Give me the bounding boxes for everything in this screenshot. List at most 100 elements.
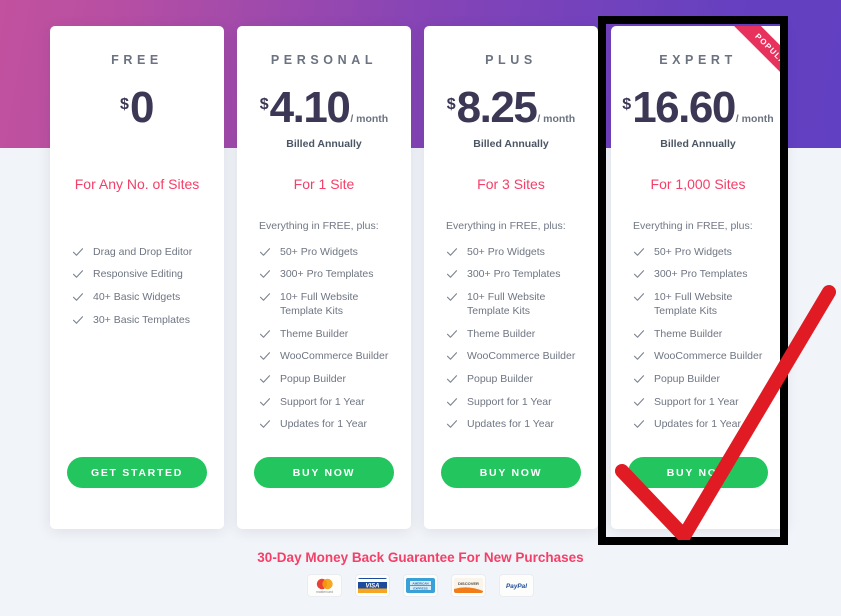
feature-label: Support for 1 Year: [467, 395, 552, 408]
check-icon: [259, 373, 271, 385]
pricing-cards-row: FREE $0 For Any No. of Sites Drag and Drop …: [0, 0, 841, 560]
plan-name: PLUS: [485, 53, 537, 67]
paypal-icon[interactable]: PayPal: [500, 575, 533, 596]
check-icon: [72, 246, 84, 258]
pricing-card-expert[interactable]: POPULAR EXPERT $16.60/ month Billed Annuall…: [611, 26, 785, 529]
check-icon: [446, 246, 458, 258]
feature-list: 50+ Pro Widgets 300+ Pro Templates 10+ Ful…: [625, 245, 771, 432]
feature-label: 50+ Pro Widgets: [280, 245, 358, 258]
feature-list: 50+ Pro Widgets 300+ Pro Templates 10+ Ful…: [251, 245, 397, 432]
feature-item: WooCommerce Builder: [633, 349, 771, 363]
mastercard-icon[interactable]: mastercard: [308, 575, 341, 596]
feature-item: 10+ Full Website Template Kits: [259, 290, 397, 318]
cta-button[interactable]: BUY NOW: [628, 457, 768, 488]
check-icon: [72, 314, 84, 326]
price-amount: 8.25: [456, 82, 538, 132]
cta-container: GET STARTED: [64, 457, 210, 488]
check-icon: [259, 418, 271, 430]
check-icon: [633, 246, 645, 258]
price-amount: 4.10: [269, 82, 351, 132]
payment-methods: mastercard VISA AMERICAN EXPRESS DISCOVER Pay…: [308, 575, 533, 596]
feature-label: Popup Builder: [467, 373, 533, 386]
check-icon: [446, 328, 458, 340]
cta-button[interactable]: BUY NOW: [254, 457, 394, 488]
feature-label: Responsive Editing: [93, 268, 183, 281]
feature-label: Drag and Drop Editor: [93, 245, 193, 258]
discover-icon[interactable]: DISCOVER: [452, 575, 485, 596]
feature-label: WooCommerce Builder: [654, 350, 763, 363]
plan-price: $0: [64, 82, 210, 132]
feature-item: Updates for 1 Year: [259, 417, 397, 431]
pricing-card-personal[interactable]: PERSONAL $4.10/ month Billed Annually For 1…: [237, 26, 411, 529]
currency-symbol: $: [120, 95, 129, 113]
currency-symbol: $: [622, 95, 632, 113]
money-back-guarantee-text: 30-Day Money Back Guarantee For New Purc…: [257, 550, 584, 565]
currency-symbol: $: [259, 95, 269, 113]
check-icon: [633, 396, 645, 408]
feature-item: 10+ Full Website Template Kits: [633, 290, 771, 318]
feature-item: WooCommerce Builder: [446, 349, 584, 363]
feature-item: 50+ Pro Widgets: [446, 245, 584, 259]
feature-item: 50+ Pro Widgets: [633, 245, 771, 259]
plan-price: $16.60/ month: [622, 82, 774, 132]
plan-inherit-note: [64, 220, 72, 233]
check-icon: [259, 246, 271, 258]
pricing-card-plus[interactable]: PLUS $8.25/ month Billed Annually For 3 Sit…: [424, 26, 598, 529]
feature-label: Popup Builder: [280, 373, 346, 386]
feature-item: Updates for 1 Year: [633, 417, 771, 431]
price-period: / month: [350, 113, 389, 126]
check-icon: [633, 268, 645, 280]
feature-item: 300+ Pro Templates: [446, 267, 584, 281]
footer: 30-Day Money Back Guarantee For New Purc…: [0, 545, 841, 596]
feature-item: 300+ Pro Templates: [633, 267, 771, 281]
check-icon: [446, 418, 458, 430]
check-icon: [633, 373, 645, 385]
plan-sites-limit: For Any No. of Sites: [74, 175, 200, 192]
feature-label: 300+ Pro Templates: [654, 268, 748, 281]
cta-button[interactable]: BUY NOW: [441, 457, 581, 488]
price-amount: 16.60: [632, 82, 736, 132]
feature-label: 30+ Basic Templates: [93, 313, 190, 326]
plan-sites-limit: For 3 Sites: [477, 175, 545, 192]
check-icon: [259, 268, 271, 280]
billing-note: Billed Annually: [286, 137, 362, 150]
feature-item: 30+ Basic Templates: [72, 313, 210, 327]
pricing-card-free[interactable]: FREE $0 For Any No. of Sites Drag and Drop …: [50, 26, 224, 529]
feature-item: Popup Builder: [633, 372, 771, 386]
check-icon: [633, 350, 645, 362]
price-amount: 0: [129, 82, 154, 132]
feature-label: Support for 1 Year: [654, 395, 739, 408]
feature-label: 300+ Pro Templates: [467, 268, 561, 281]
feature-item: Drag and Drop Editor: [72, 245, 210, 259]
check-icon: [446, 291, 458, 303]
price-period: / month: [735, 113, 774, 126]
feature-label: 300+ Pro Templates: [280, 268, 374, 281]
check-icon: [259, 328, 271, 340]
price-period: / month: [537, 113, 576, 126]
feature-label: Theme Builder: [280, 327, 349, 340]
feature-item: Updates for 1 Year: [446, 417, 584, 431]
feature-label: WooCommerce Builder: [467, 350, 576, 363]
feature-label: Updates for 1 Year: [280, 418, 367, 431]
plan-sites-limit: For 1 Site: [293, 175, 355, 192]
feature-item: Support for 1 Year: [446, 395, 584, 409]
check-icon: [72, 291, 84, 303]
plan-name: EXPERT: [659, 53, 737, 67]
cta-container: BUY NOW: [251, 457, 397, 488]
amex-icon[interactable]: AMERICAN EXPRESS: [404, 575, 437, 596]
feature-item: Support for 1 Year: [259, 395, 397, 409]
svg-text:VISA: VISA: [365, 584, 379, 590]
feature-item: 10+ Full Website Template Kits: [446, 290, 584, 318]
feature-item: Theme Builder: [446, 327, 584, 341]
currency-symbol: $: [446, 95, 456, 113]
feature-label: Theme Builder: [654, 327, 723, 340]
svg-text:DISCOVER: DISCOVER: [458, 581, 479, 586]
visa-icon[interactable]: VISA: [356, 575, 389, 596]
pricing-page: FREE $0 For Any No. of Sites Drag and Drop …: [0, 0, 841, 616]
plan-price: $8.25/ month: [438, 82, 584, 132]
feature-item: Responsive Editing: [72, 267, 210, 281]
feature-label: 50+ Pro Widgets: [467, 245, 545, 258]
check-icon: [446, 268, 458, 280]
cta-button[interactable]: GET STARTED: [67, 457, 207, 488]
cta-container: BUY NOW: [438, 457, 584, 488]
